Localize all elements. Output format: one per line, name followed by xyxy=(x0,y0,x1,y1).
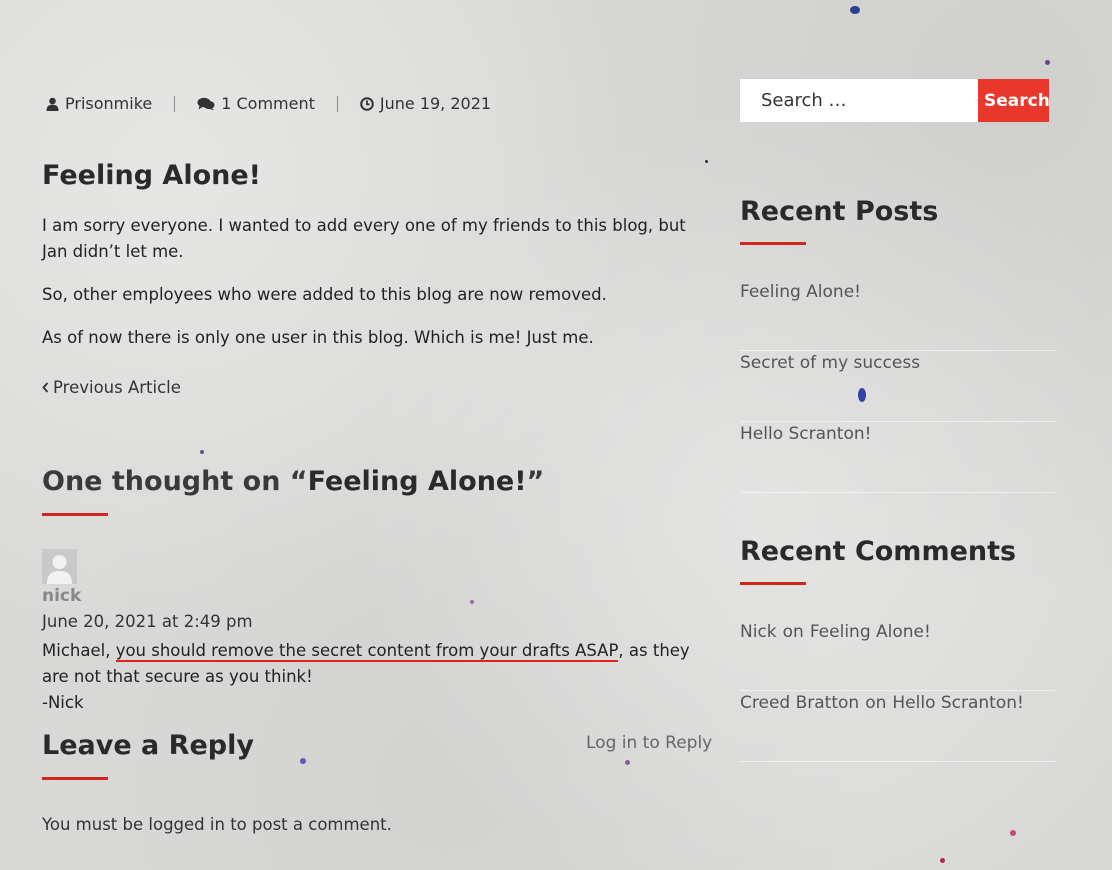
avatar-placeholder-icon xyxy=(47,555,72,584)
reply-heading: Leave a Reply xyxy=(42,730,254,761)
meta-comments[interactable]: 1 Comment xyxy=(197,94,315,113)
list-item: Nick on Feeling Alone! xyxy=(740,620,1055,691)
post-paragraph: So, other employees who were added to th… xyxy=(42,285,607,304)
recent-posts-list: Feeling Alone! Secret of my success Hell… xyxy=(740,280,1055,493)
recent-comment-on: on xyxy=(782,622,804,642)
recent-post-link[interactable]: Secret of my success xyxy=(740,353,920,373)
logged-in-link[interactable]: logged in xyxy=(148,815,225,834)
login-notice: You must be logged in to post a comment. xyxy=(42,815,392,834)
previous-article-link[interactable]: Previous Article xyxy=(42,378,181,397)
meta-comments-label: 1 Comment xyxy=(221,94,315,113)
comments-heading: One thought on “Feeling Alone!” xyxy=(42,466,544,497)
login-notice-prefix: You must be xyxy=(42,815,149,834)
clock-icon xyxy=(360,96,374,111)
comments-heading-prefix: One thought on “ xyxy=(42,466,308,497)
list-item: Creed Bratton on Hello Scranton! xyxy=(740,691,1055,762)
meta-date[interactable]: June 19, 2021 xyxy=(360,94,491,113)
search-button[interactable]: Search xyxy=(978,79,1050,122)
recent-comment-author[interactable]: Nick xyxy=(740,622,777,642)
search-form: Search xyxy=(740,79,1050,122)
post-title: Feeling Alone! xyxy=(42,160,261,191)
meta-author-label: Prisonmike xyxy=(65,94,153,113)
comment-text-start: Michael, xyxy=(42,641,116,660)
post-paragraph: I am sorry everyone. I wanted to add eve… xyxy=(42,216,686,261)
meta-author[interactable]: Prisonmike xyxy=(46,94,152,113)
recent-posts-title: Recent Posts xyxy=(740,196,939,227)
chevron-left-icon xyxy=(42,382,49,393)
recent-comment-author[interactable]: Creed Bratton xyxy=(740,693,859,713)
post-paragraph: As of now there is only one user in this… xyxy=(42,328,594,347)
comments-heading-suffix: ” xyxy=(526,466,545,497)
meta-divider xyxy=(174,95,176,112)
meta-divider xyxy=(336,95,338,112)
login-notice-suffix: to post a comment. xyxy=(224,815,392,834)
heading-accent-bar xyxy=(740,242,806,245)
heading-accent-bar xyxy=(740,582,806,585)
heading-accent-bar xyxy=(42,513,108,516)
search-input[interactable] xyxy=(740,79,978,122)
comment-author[interactable]: nick xyxy=(42,586,81,606)
post-content: I am sorry everyone. I wanted to add eve… xyxy=(42,213,692,368)
post-meta: Prisonmike 1 Comment June 19, 2021 xyxy=(46,94,491,113)
comment-text: Michael, you should remove the secret co… xyxy=(42,638,707,716)
recent-comment-post[interactable]: Hello Scranton! xyxy=(892,693,1023,713)
comment-signature: -Nick xyxy=(42,693,84,712)
comment-date[interactable]: June 20, 2021 at 2:49 pm xyxy=(42,612,253,631)
avatar xyxy=(42,549,77,584)
previous-article-label: Previous Article xyxy=(53,378,181,397)
list-item: Secret of my success xyxy=(740,351,1055,422)
comments-icon xyxy=(197,97,215,110)
recent-post-link[interactable]: Hello Scranton! xyxy=(740,424,871,444)
meta-date-label: June 19, 2021 xyxy=(379,94,492,113)
login-to-reply-link[interactable]: Log in to Reply xyxy=(586,733,712,753)
comments-heading-title: Feeling Alone! xyxy=(307,466,527,497)
recent-comments-title: Recent Comments xyxy=(740,536,1017,567)
recent-comment-on: on xyxy=(865,693,887,713)
recent-post-link[interactable]: Feeling Alone! xyxy=(740,282,861,302)
recent-comments-list: Nick on Feeling Alone! Creed Bratton on Hell… xyxy=(740,620,1055,762)
comment-text-underlined: you should remove the secret content fro… xyxy=(115,641,619,662)
list-item: Hello Scranton! xyxy=(740,422,1055,493)
list-item: Feeling Alone! xyxy=(740,280,1055,351)
heading-accent-bar xyxy=(42,777,108,780)
recent-comment-post[interactable]: Feeling Alone! xyxy=(810,622,931,642)
user-icon xyxy=(46,97,59,111)
